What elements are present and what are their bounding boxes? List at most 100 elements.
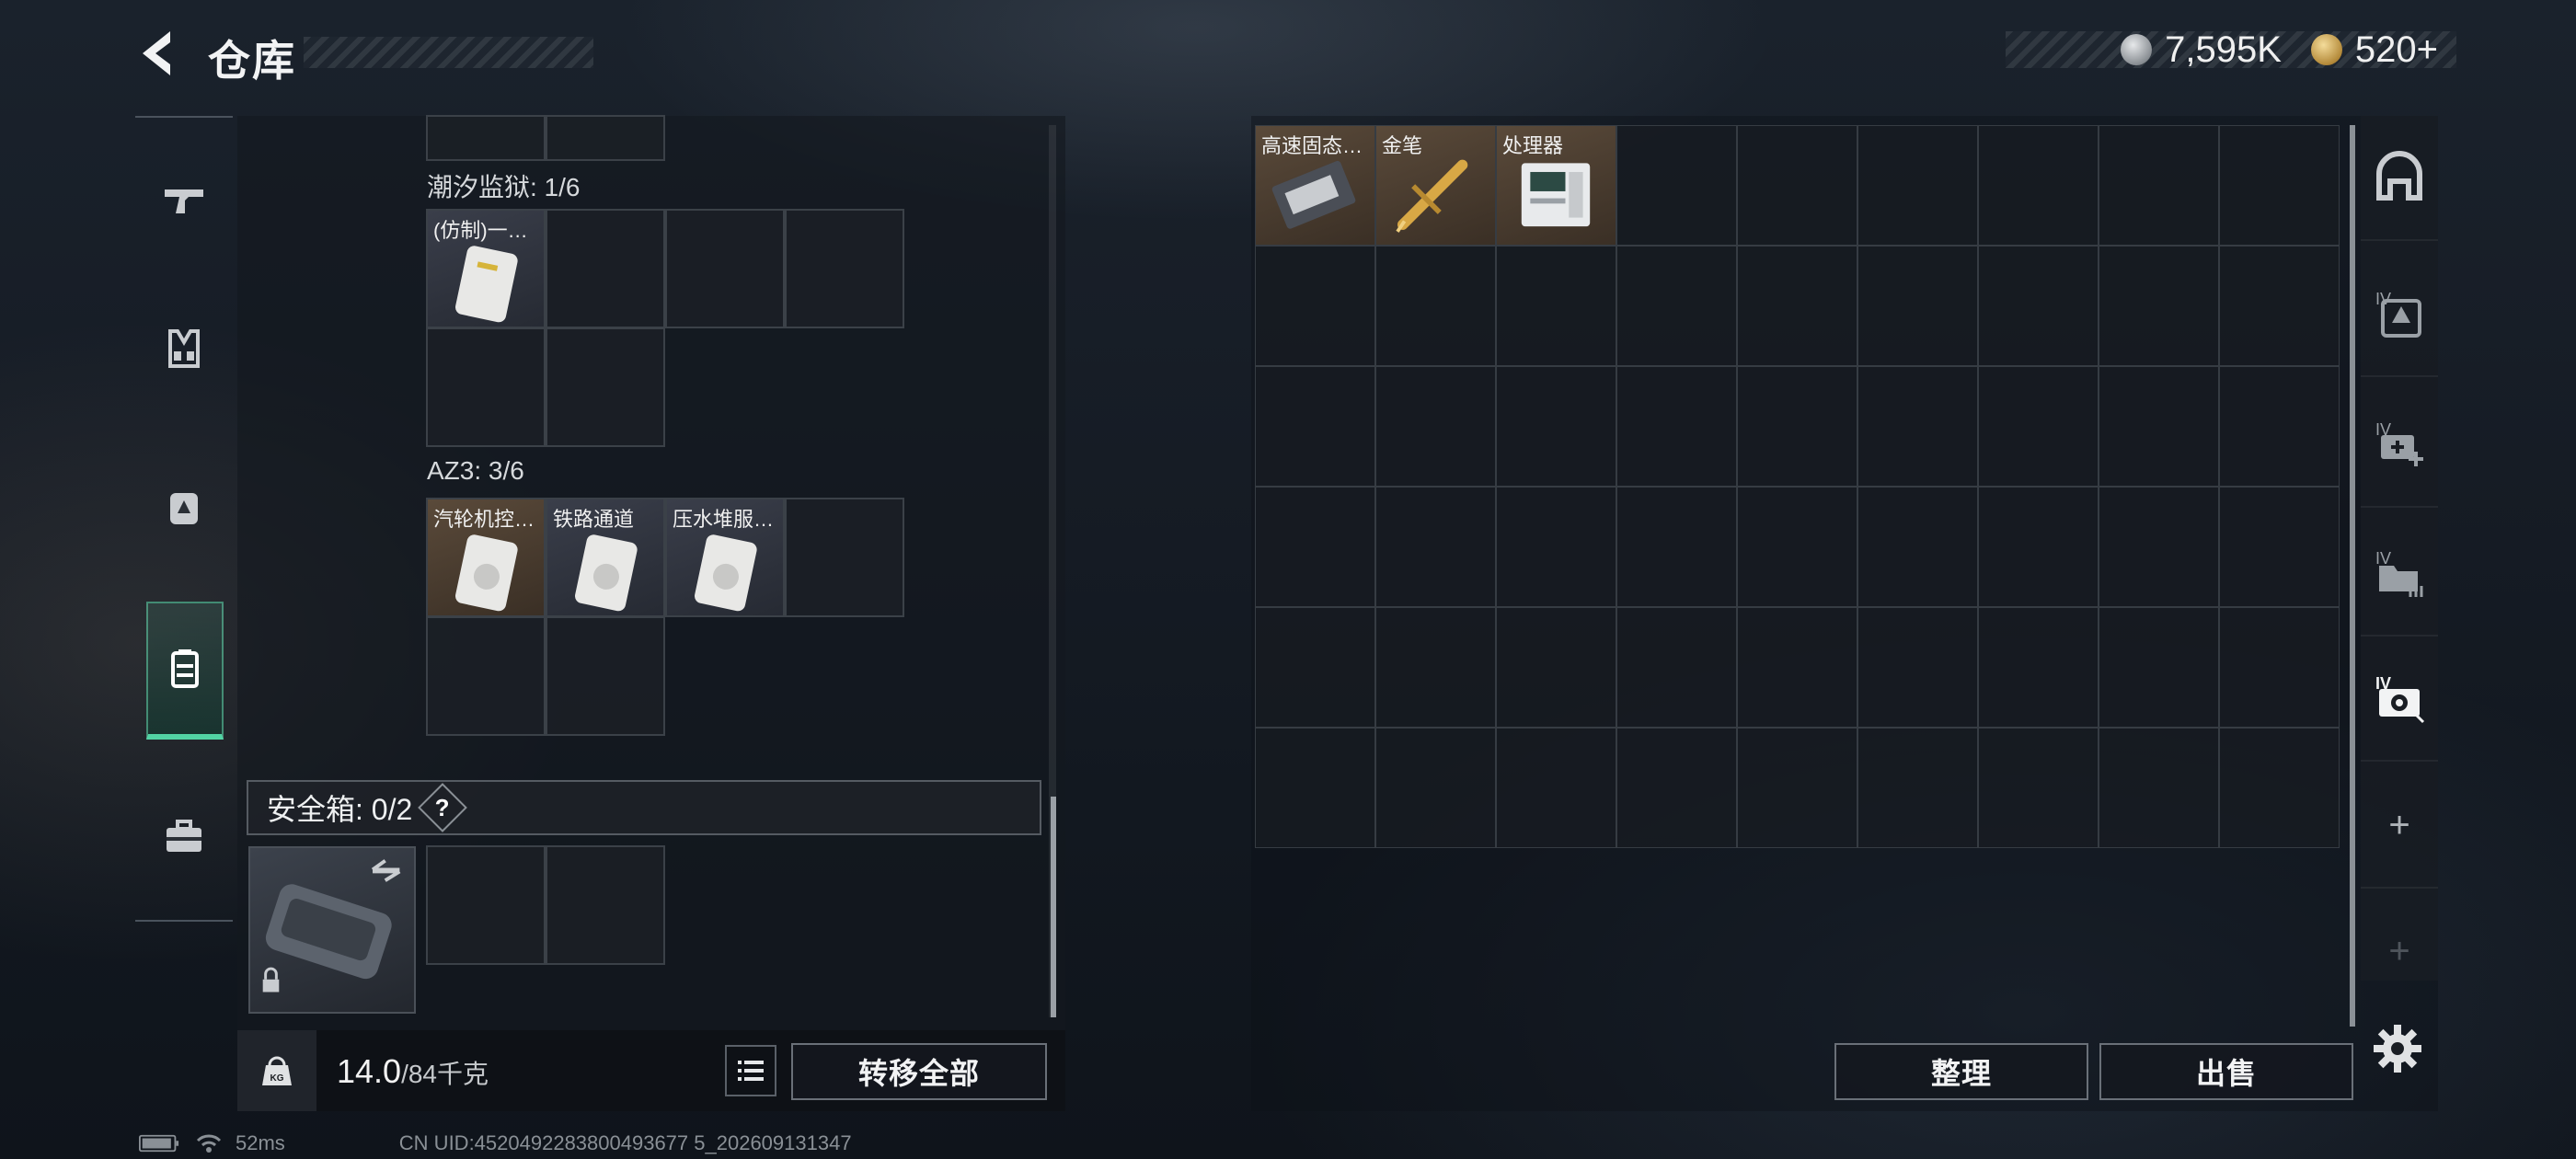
status-line: 52ms CN UID:4520492283800493677 5_202609… xyxy=(136,1131,852,1155)
warehouse-grid-cell[interactable] xyxy=(1857,125,1978,246)
warehouse-grid-cell[interactable] xyxy=(1978,366,2099,487)
warehouse-grid-cell[interactable] xyxy=(1375,607,1496,728)
safe-case-slot[interactable] xyxy=(248,846,416,1014)
title-decor-stripe xyxy=(304,37,593,68)
sell-button[interactable]: 出售 xyxy=(2099,1043,2353,1100)
grid-cell[interactable] xyxy=(785,498,904,617)
warehouse-grid-cell[interactable] xyxy=(2219,246,2340,366)
gold-currency-value: 520+ xyxy=(2354,29,2438,70)
tab-add-storage[interactable]: + xyxy=(2361,763,2438,889)
warehouse-item-slot[interactable]: 高速固态… xyxy=(1255,125,1375,246)
warehouse-grid-cell[interactable] xyxy=(1616,728,1737,848)
warehouse-grid-cell[interactable] xyxy=(2219,125,2340,246)
warehouse-grid-cell[interactable] xyxy=(2219,487,2340,607)
warehouse-grid-cell[interactable] xyxy=(2099,487,2219,607)
grid-cell[interactable] xyxy=(546,209,665,328)
warehouse-grid-cell[interactable] xyxy=(1375,487,1496,607)
warehouse-grid-cell[interactable] xyxy=(2219,728,2340,848)
warehouse-grid-cell[interactable] xyxy=(1496,366,1616,487)
warehouse-grid-cell[interactable] xyxy=(1616,487,1737,607)
item-name: (仿制)一… xyxy=(433,219,528,242)
warehouse-grid-cell[interactable] xyxy=(1737,728,1857,848)
rail-backpack[interactable] xyxy=(135,438,233,576)
tab-add-storage-disabled[interactable]: + xyxy=(2361,889,2438,1014)
warehouse-item-slot[interactable]: 金笔 xyxy=(1375,125,1496,246)
ping-value: 52ms xyxy=(236,1131,285,1154)
item-slot[interactable]: 铁路通道 xyxy=(546,498,665,617)
grid-cell[interactable] xyxy=(665,209,785,328)
warehouse-grid-cell[interactable] xyxy=(1737,125,1857,246)
back-arrow-icon[interactable] xyxy=(133,26,179,81)
tab-warehouse-home[interactable] xyxy=(2361,116,2438,241)
rail-toolbox[interactable] xyxy=(135,767,233,905)
warehouse-grid-cell[interactable] xyxy=(1857,366,1978,487)
grid-cell[interactable] xyxy=(426,845,546,965)
category-rail xyxy=(135,116,233,922)
warehouse-grid-cell[interactable] xyxy=(1857,607,1978,728)
backpack-scrollbar-thumb[interactable] xyxy=(1051,797,1056,1017)
tab-storage-medical[interactable]: IV xyxy=(2361,383,2438,508)
grid-cell[interactable] xyxy=(426,616,546,736)
sort-button[interactable]: 整理 xyxy=(1834,1043,2088,1100)
tab-storage-camera[interactable]: IV xyxy=(2361,637,2438,762)
tab-storage-folder[interactable]: IV xyxy=(2361,511,2438,637)
warehouse-grid-cell[interactable] xyxy=(1978,487,2099,607)
warehouse-grid-cell[interactable] xyxy=(1375,366,1496,487)
warehouse-grid-cell[interactable] xyxy=(1857,728,1978,848)
warehouse-grid-cell[interactable] xyxy=(2099,246,2219,366)
settings-gear-icon[interactable] xyxy=(2370,1021,2425,1076)
warehouse-grid-cell[interactable] xyxy=(2219,607,2340,728)
warehouse-grid-cell[interactable] xyxy=(1857,487,1978,607)
warehouse-grid-cell[interactable] xyxy=(2099,366,2219,487)
warehouse-grid-cell[interactable] xyxy=(1496,487,1616,607)
warehouse-grid-cell[interactable] xyxy=(2099,607,2219,728)
warehouse-grid-cell[interactable] xyxy=(1255,366,1375,487)
warehouse-grid-cell[interactable] xyxy=(1255,487,1375,607)
warehouse-grid-cell[interactable] xyxy=(1255,607,1375,728)
warehouse-grid-cell[interactable] xyxy=(1978,125,2099,246)
warehouse-item-slot[interactable]: 处理器 xyxy=(1496,125,1616,246)
grid-cell[interactable] xyxy=(426,115,546,161)
warehouse-grid-cell[interactable] xyxy=(1616,607,1737,728)
warehouse-grid-cell[interactable] xyxy=(1737,366,1857,487)
grid-cell[interactable] xyxy=(546,115,665,161)
warehouse-grid-cell[interactable] xyxy=(1255,728,1375,848)
rail-container-active[interactable] xyxy=(146,602,224,740)
grid-cell[interactable] xyxy=(785,209,904,328)
warehouse-grid-cell[interactable] xyxy=(1857,246,1978,366)
warehouse-grid-cell[interactable] xyxy=(1978,246,2099,366)
rail-weapon[interactable] xyxy=(135,131,233,269)
transfer-all-button[interactable]: 转移全部 xyxy=(791,1043,1047,1100)
item-slot[interactable]: (仿制)一… xyxy=(426,209,546,328)
rail-vest[interactable] xyxy=(135,280,233,418)
warehouse-grid-cell[interactable] xyxy=(1616,125,1737,246)
folder-storage-icon: IV xyxy=(2375,549,2423,597)
warehouse-grid-cell[interactable] xyxy=(1737,246,1857,366)
warehouse-grid-cell[interactable] xyxy=(1616,366,1737,487)
warehouse-grid-cell[interactable] xyxy=(1375,728,1496,848)
item-slot[interactable]: 压水堆服… xyxy=(665,498,785,617)
warehouse-grid-cell[interactable] xyxy=(1978,607,2099,728)
grid-cell[interactable] xyxy=(546,845,665,965)
list-view-button[interactable] xyxy=(725,1045,776,1096)
warehouse-grid-cell[interactable] xyxy=(1496,728,1616,848)
warehouse-grid-cell[interactable] xyxy=(2099,125,2219,246)
weight-kg-icon: KG xyxy=(262,1056,292,1085)
warehouse-scrollbar[interactable] xyxy=(2350,125,2355,1027)
warehouse-grid-cell[interactable] xyxy=(1978,728,2099,848)
warehouse-grid-cell[interactable] xyxy=(1496,246,1616,366)
help-icon[interactable]: ? xyxy=(418,783,468,832)
warehouse-grid-cell[interactable] xyxy=(1616,246,1737,366)
tab-storage-1[interactable]: IV xyxy=(2361,252,2438,377)
warehouse-grid-cell[interactable] xyxy=(1496,607,1616,728)
warehouse-grid-cell[interactable] xyxy=(1737,487,1857,607)
grid-cell[interactable] xyxy=(546,327,665,447)
warehouse-grid-cell[interactable] xyxy=(1255,246,1375,366)
item-slot[interactable]: 汽轮机控… xyxy=(426,498,546,617)
warehouse-grid-cell[interactable] xyxy=(2099,728,2219,848)
warehouse-grid-cell[interactable] xyxy=(1375,246,1496,366)
warehouse-grid-cell[interactable] xyxy=(1737,607,1857,728)
grid-cell[interactable] xyxy=(426,327,546,447)
warehouse-grid-cell[interactable] xyxy=(2219,366,2340,487)
grid-cell[interactable] xyxy=(546,616,665,736)
